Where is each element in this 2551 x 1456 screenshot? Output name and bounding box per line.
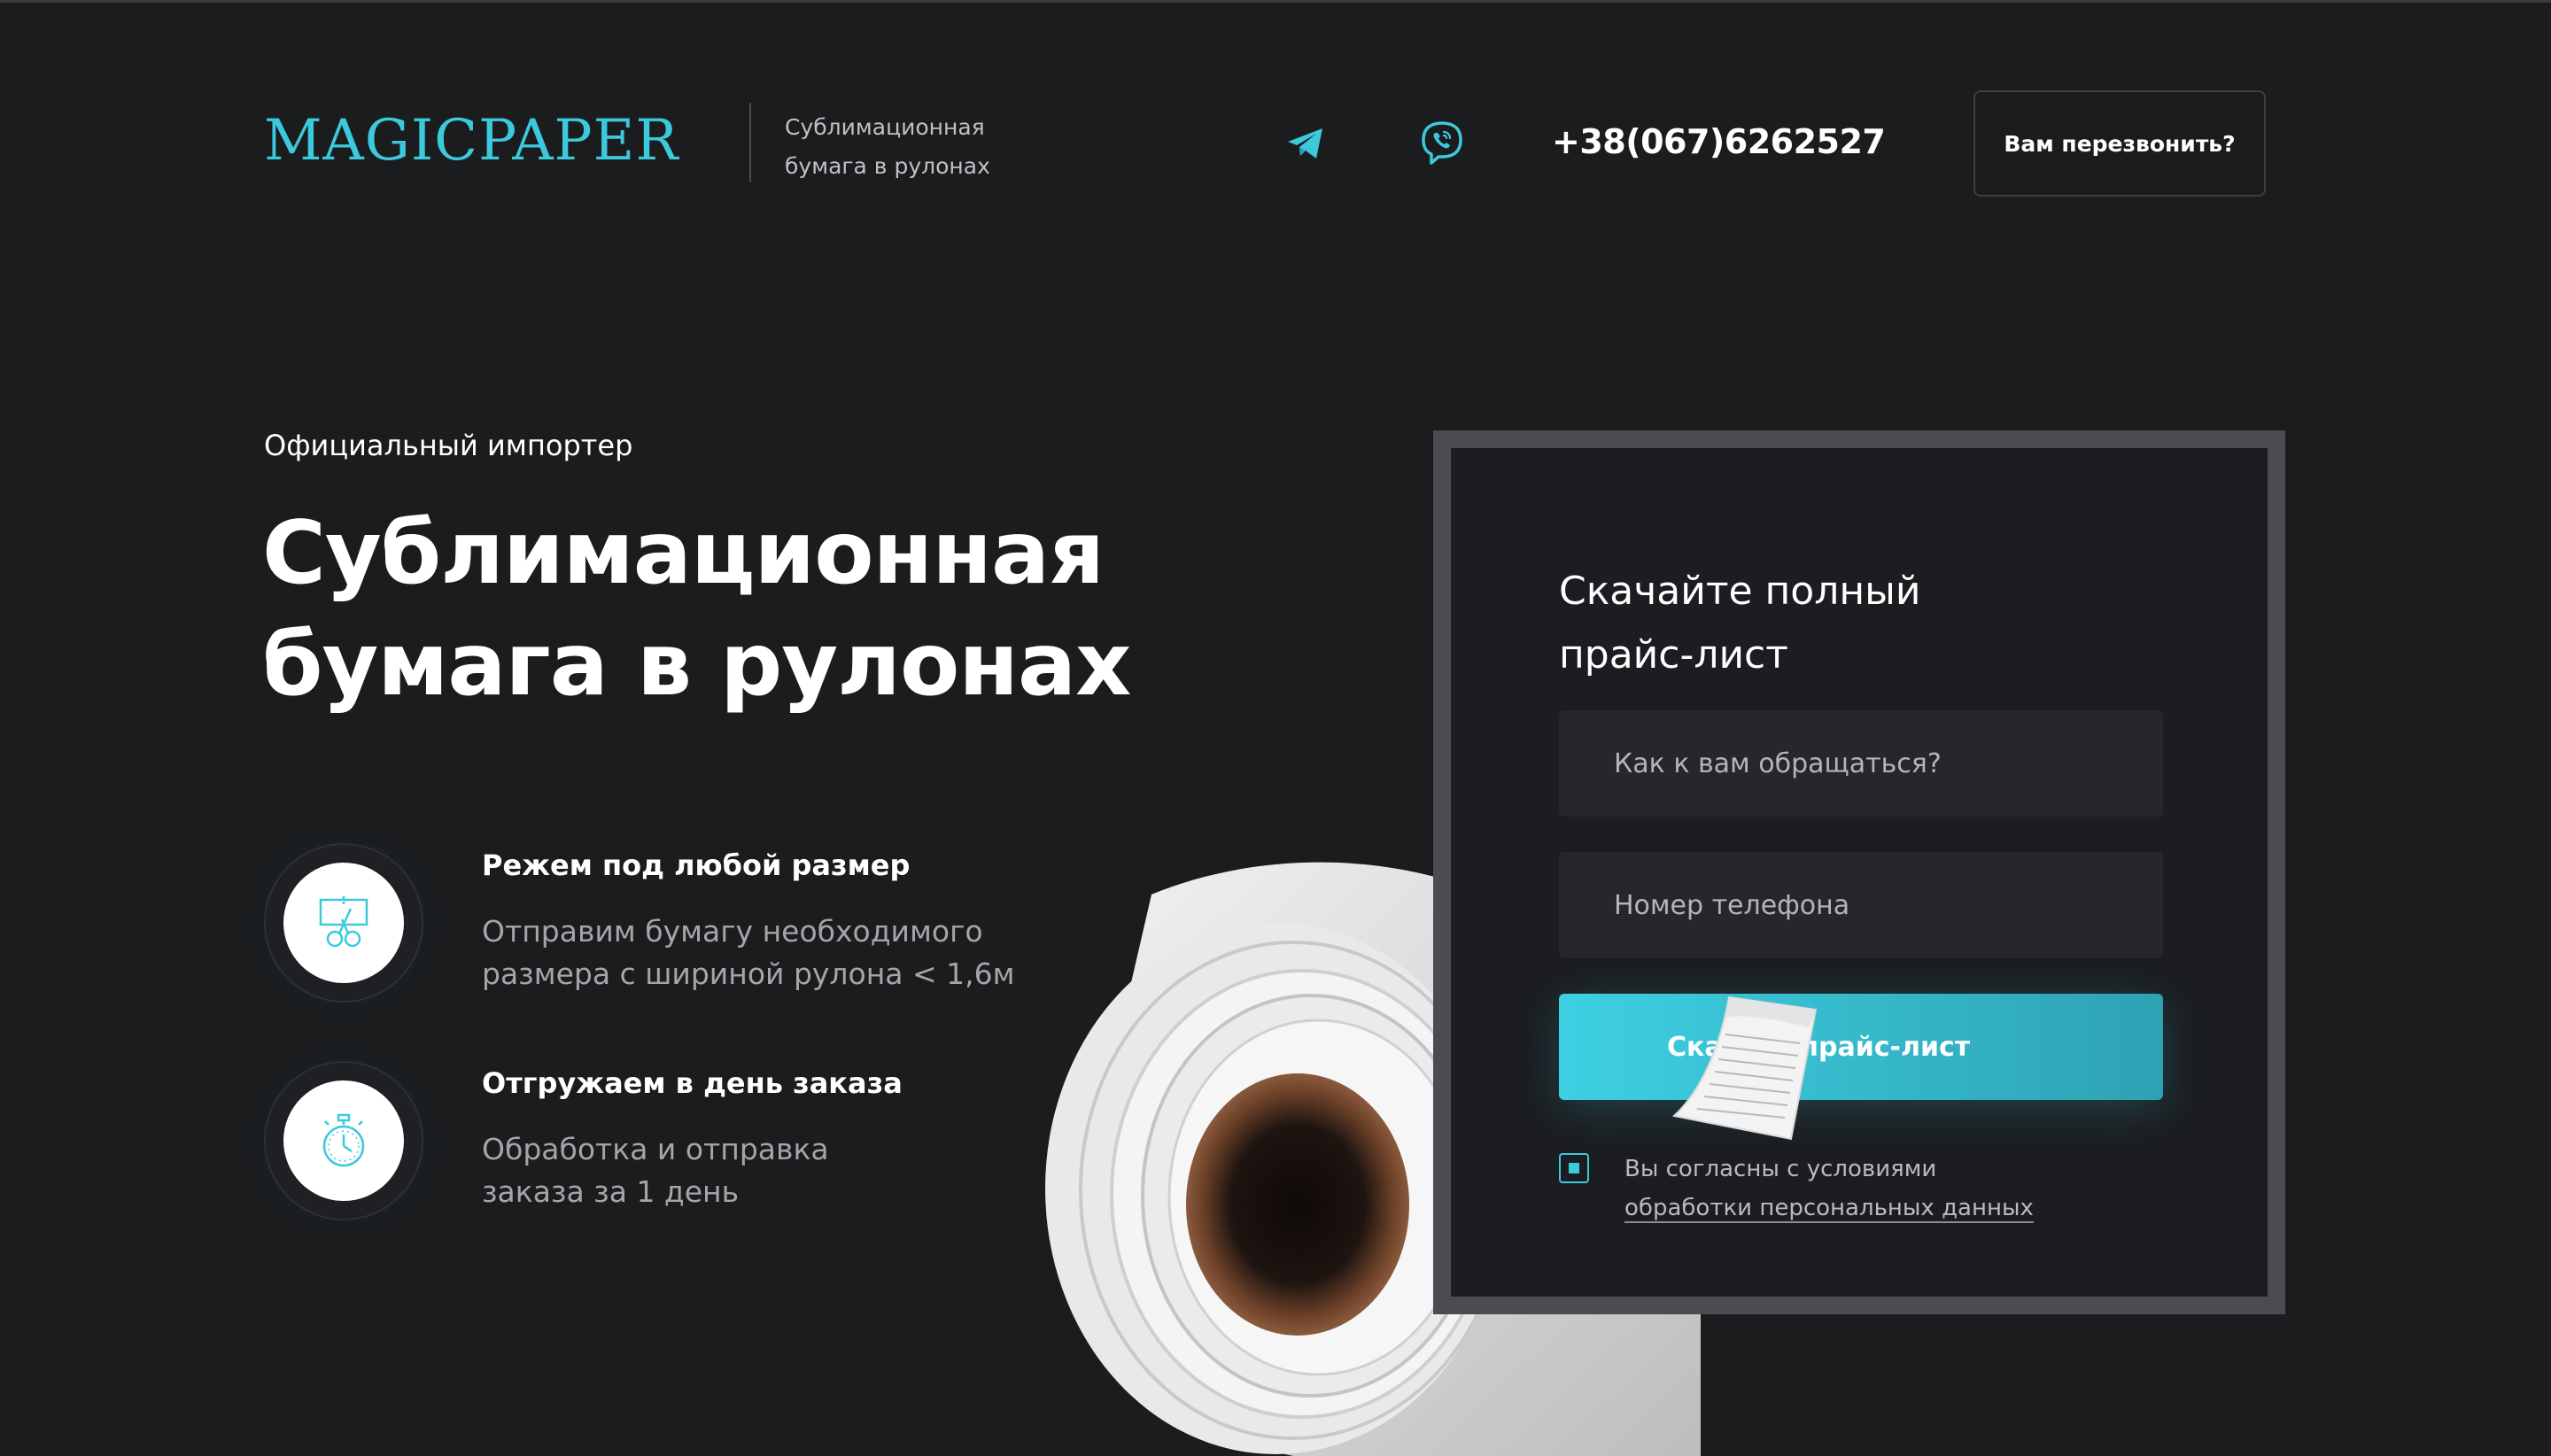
viber-icon[interactable] (1417, 119, 1467, 168)
feature-text: Обработка и отправка заказа за 1 день (482, 1128, 1031, 1213)
feature-icon-circle (264, 843, 423, 1003)
top-border (0, 0, 2551, 3)
hero-eyebrow: Официальный импортер (264, 429, 633, 462)
scissors-cut-icon (283, 863, 404, 983)
feature-text-line2: заказа за 1 день (482, 1174, 740, 1209)
feature-title: Отгружаем в день заказа (482, 1066, 903, 1100)
phone-input[interactable] (1559, 852, 2163, 958)
hero-title-line1: Сублимационная (262, 503, 1105, 604)
checkbox-check-mark (1569, 1163, 1579, 1173)
download-price-button[interactable]: Скачать прайс-лист (1559, 994, 2163, 1100)
form-title-line2: прайс-лист (1559, 632, 1788, 678)
logo[interactable]: MAGICPAPER (264, 108, 679, 174)
header-tagline: Сублимационная бумага в рулонах (785, 108, 990, 186)
tagline-line1: Сублимационная (785, 114, 985, 140)
consent-text-line: Вы согласны с условиями (1624, 1156, 1937, 1182)
price-form-panel: Скачайте полный прайс-лист Скачать прайс… (1451, 448, 2268, 1297)
feature-text-line1: Отправим бумагу необходимого (482, 914, 983, 949)
feature-icon-circle (264, 1061, 423, 1220)
hero-title: Сублимационная бумага в рулонах (262, 498, 1414, 721)
form-title-line1: Скачайте полный (1559, 569, 1921, 614)
feature-text-line1: Обработка и отправка (482, 1132, 829, 1166)
price-form-card: Скачайте полный прайс-лист Скачать прайс… (1433, 430, 2285, 1314)
privacy-policy-link[interactable]: обработки персональных данных (1624, 1195, 2034, 1223)
name-input[interactable] (1559, 710, 2163, 817)
feature-text-line2: размера с шириной рулона < 1,6м (482, 956, 1015, 991)
telegram-icon[interactable] (1281, 119, 1330, 168)
hero-title-line2: бумага в рулонах (262, 615, 1131, 716)
consent-text: Вы согласны с условиями обработки персон… (1624, 1150, 2034, 1228)
consent-checkbox[interactable] (1559, 1153, 1589, 1183)
feature-title: Режем под любой размер (482, 848, 911, 882)
stopwatch-icon (283, 1080, 404, 1201)
phone-number[interactable]: +38(067)6262527 (1552, 122, 1886, 161)
feature-text: Отправим бумагу необходимого размера с ш… (482, 910, 1031, 995)
callback-button[interactable]: Вам перезвонить? (1973, 90, 2266, 197)
tagline-line2: бумага в рулонах (785, 153, 990, 179)
header-divider (749, 103, 751, 182)
price-list-document-icon (1671, 995, 1818, 1141)
form-title: Скачайте полный прайс-лист (1559, 560, 2055, 687)
